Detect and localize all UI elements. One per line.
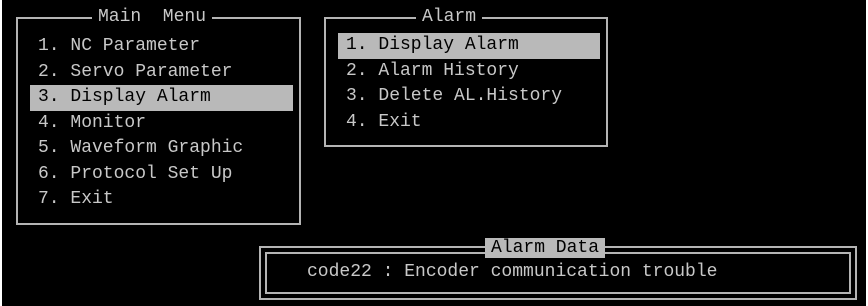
main-menu-item-monitor[interactable]: 4. Monitor	[18, 111, 299, 137]
alarm-data-panel: Alarm Data code22 : Encoder communicatio…	[259, 238, 857, 300]
main-menu-panel: Main Menu 1. NC Parameter 2. Servo Param…	[16, 7, 301, 225]
alarm-menu-item-display-alarm[interactable]: 1. Display Alarm	[338, 33, 600, 59]
main-menu-item-protocol-set-up[interactable]: 6. Protocol Set Up	[18, 162, 299, 188]
alarm-data-message: code22 : Encoder communication trouble	[307, 262, 718, 282]
alarm-menu-title: Alarm	[416, 7, 483, 27]
alarm-menu-list: 1. Display Alarm 2. Alarm History 3. Del…	[326, 33, 606, 135]
terminal-screen: Main Menu 1. NC Parameter 2. Servo Param…	[0, 0, 868, 306]
alarm-data-title: Alarm Data	[485, 238, 606, 258]
main-menu-item-nc-parameter[interactable]: 1. NC Parameter	[18, 34, 299, 60]
main-menu-item-exit[interactable]: 7. Exit	[18, 187, 299, 213]
alarm-menu-panel: Alarm 1. Display Alarm 2. Alarm History …	[324, 7, 608, 147]
alarm-menu-item-delete-history[interactable]: 3. Delete AL.History	[326, 84, 606, 110]
main-menu-list: 1. NC Parameter 2. Servo Parameter 3. Di…	[18, 34, 299, 213]
alarm-menu-item-alarm-history[interactable]: 2. Alarm History	[326, 59, 606, 85]
alarm-menu-item-exit[interactable]: 4. Exit	[326, 110, 606, 136]
main-menu-title: Main Menu	[92, 7, 213, 27]
main-menu-item-display-alarm[interactable]: 3. Display Alarm	[30, 85, 293, 111]
main-menu-item-servo-parameter[interactable]: 2. Servo Parameter	[18, 60, 299, 86]
main-menu-item-waveform-graphic[interactable]: 5. Waveform Graphic	[18, 136, 299, 162]
